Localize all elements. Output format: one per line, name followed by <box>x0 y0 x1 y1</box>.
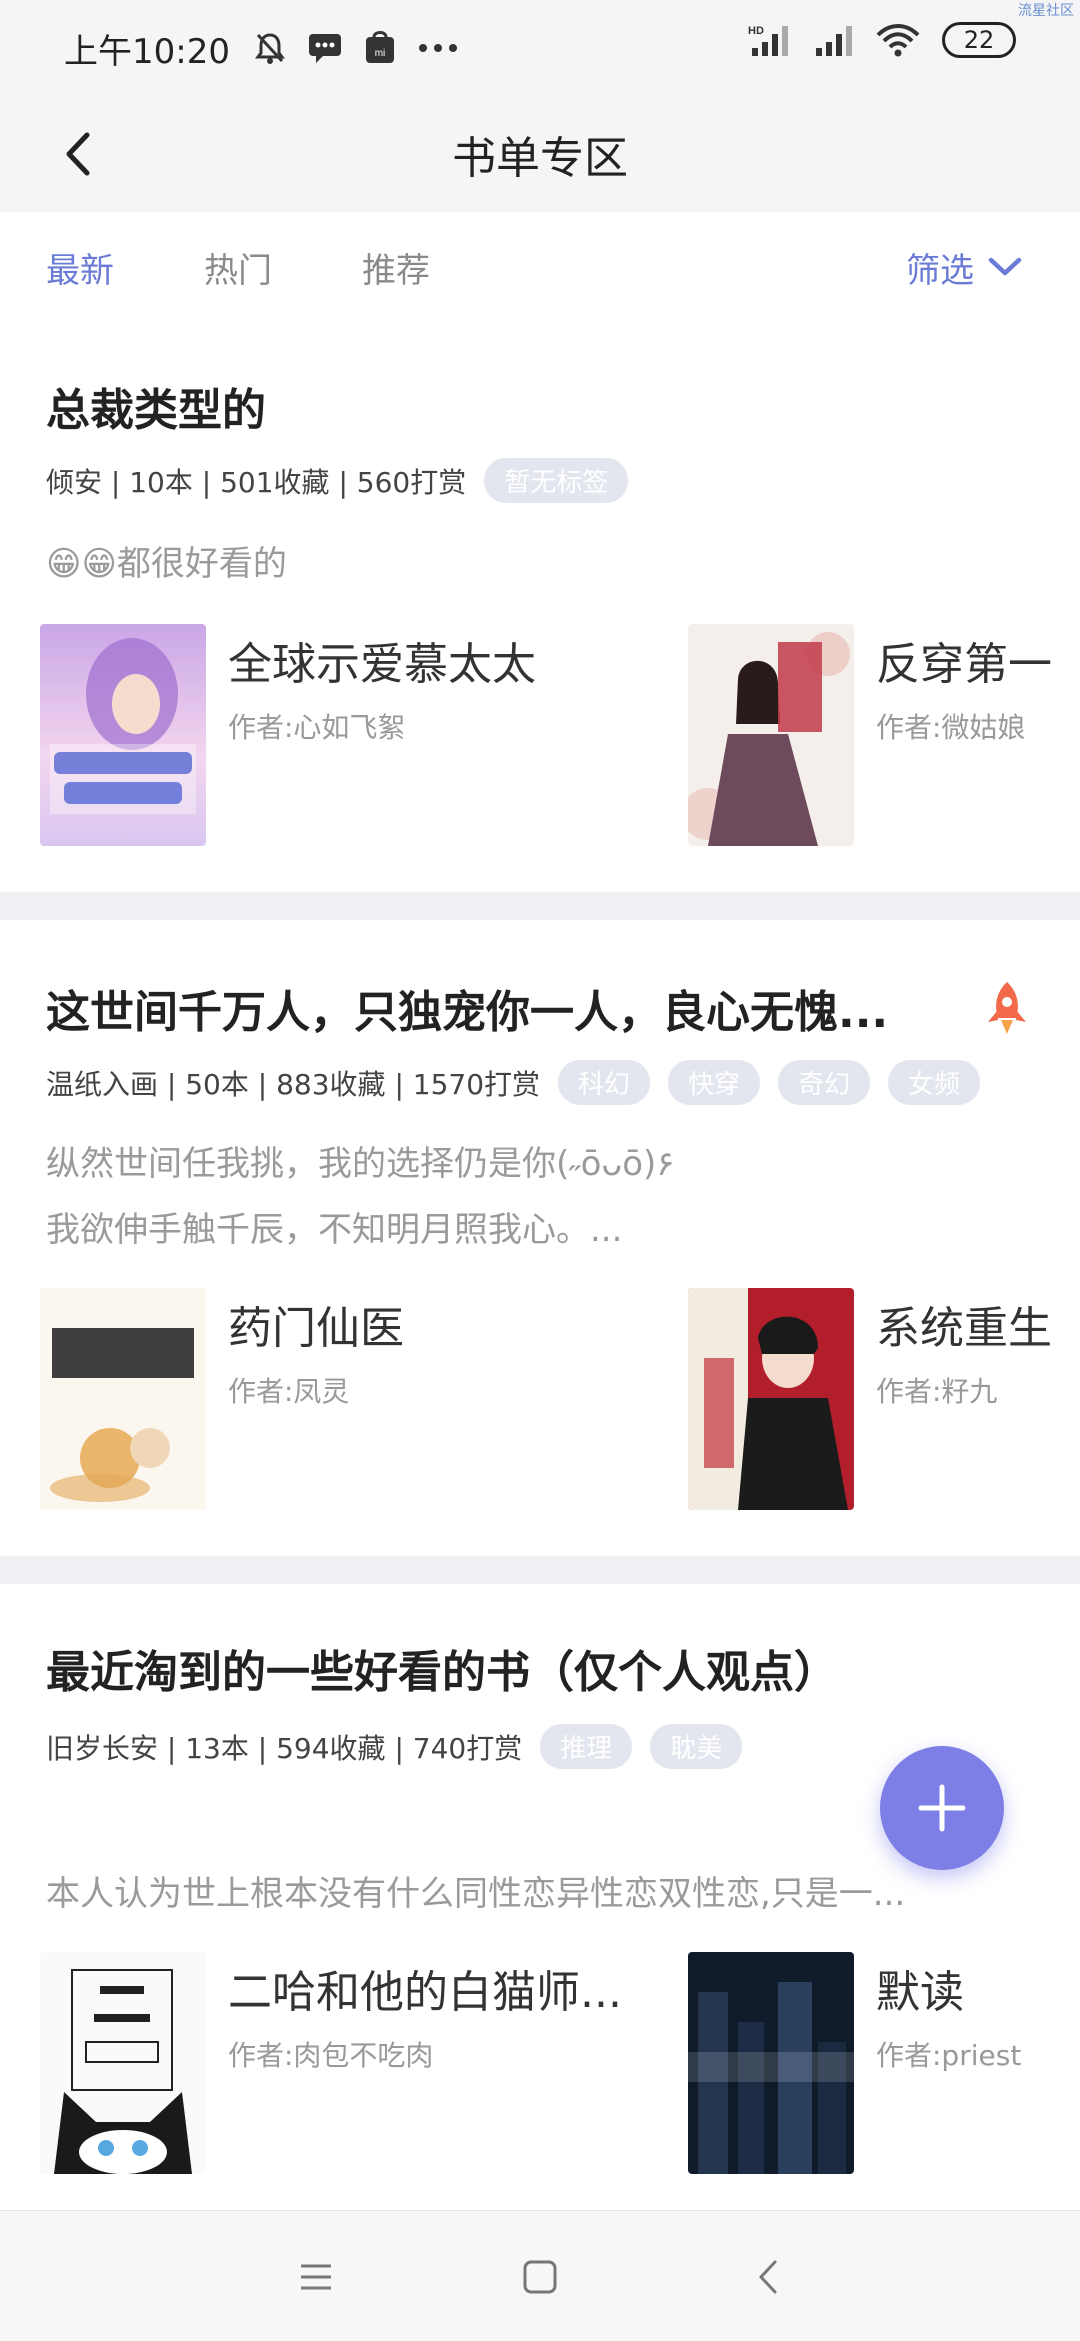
booklist-meta-row: 旧岁长安 | 13本 | 594收藏 | 740打赏 推理 耽美 <box>46 1724 743 1769</box>
mi-store-icon: mi <box>365 31 394 63</box>
tag: 女频 <box>888 1060 981 1105</box>
book-author: 作者:心如飞絮 <box>228 711 406 744</box>
booklist-card[interactable]: 最近淘到的一些好看的书（仅个人观点） 旧岁长安 | 13本 | 594收藏 | … <box>0 1584 1080 2210</box>
book-cover <box>688 624 854 846</box>
battery-indicator: 22 <box>942 22 1016 58</box>
book-cover <box>688 1952 854 2174</box>
booklist-meta: 温纸入画 | 50本 | 883收藏 | 1570打赏 <box>46 1067 541 1101</box>
add-booklist-button[interactable] <box>880 1746 1004 1870</box>
tag: 奇幻 <box>778 1060 871 1105</box>
nav-back-button[interactable] <box>738 2247 798 2307</box>
home-button[interactable] <box>510 2247 570 2307</box>
tab-recommend[interactable]: 推荐 <box>362 243 430 292</box>
tag: 暂无标签 <box>484 458 629 503</box>
booklist-title: 最近淘到的一些好看的书（仅个人观点） <box>46 1647 838 1698</box>
tag: 推理 <box>540 1724 633 1769</box>
page-title: 书单专区 <box>452 133 628 184</box>
booklist-description: 😁😁都很好看的 <box>46 544 287 584</box>
book-item[interactable]: 全球示爱慕太太 作者:心如飞絮 <box>40 624 536 846</box>
section-divider <box>0 892 1080 920</box>
booklist-meta-row: 温纸入画 | 50本 | 883收藏 | 1570打赏 科幻 快穿 奇幻 女频 <box>46 1060 981 1105</box>
message-icon <box>308 34 341 63</box>
plus-icon <box>918 1784 966 1832</box>
book-title: 反穿第一 <box>876 639 1052 690</box>
signal-hd-icon: HD <box>748 25 788 56</box>
chevron-down-icon <box>988 257 1022 276</box>
bell-off-icon <box>254 33 285 64</box>
filter-button[interactable]: 筛选 <box>906 212 1022 322</box>
svg-text:mi: mi <box>375 48 386 59</box>
rocket-icon <box>988 982 1026 1034</box>
tab-latest[interactable]: 最新 <box>46 243 114 292</box>
book-title: 二哈和他的白猫师... <box>228 1967 622 2018</box>
tag: 快穿 <box>668 1060 761 1105</box>
svg-text:HD: HD <box>748 25 764 37</box>
status-time: 上午10:20 <box>64 31 230 72</box>
signal-icon <box>816 26 852 56</box>
book-author: 作者:凤灵 <box>228 1375 350 1408</box>
back-icon <box>66 132 90 176</box>
book-cover <box>688 1288 854 1510</box>
booklist-title: 这世间千万人，只独宠你一人，良心无愧... <box>46 987 889 1038</box>
booklist-meta-row: 倾安 | 10本 | 501收藏 | 560打赏 暂无标签 <box>46 458 629 503</box>
wifi-icon <box>876 24 920 57</box>
menu-icon <box>301 2264 331 2290</box>
status-bar: 上午10:20 mi HD 22 流星社区 <box>0 0 1080 96</box>
book-item[interactable]: 药门仙医 作者:凤灵 <box>40 1288 404 1510</box>
menu-button[interactable] <box>286 2247 346 2307</box>
book-title: 默读 <box>876 1967 964 2018</box>
more-dots-icon <box>418 44 457 52</box>
filter-label: 筛选 <box>906 250 974 291</box>
book-author: 作者:微姑娘 <box>876 711 1026 744</box>
tag: 耽美 <box>650 1724 743 1769</box>
nav-back-icon <box>759 2260 777 2294</box>
book-item[interactable]: 默读 作者:priest <box>688 1952 1021 2174</box>
back-button[interactable] <box>46 122 110 186</box>
booklist-meta: 倾安 | 10本 | 501收藏 | 560打赏 <box>46 465 467 499</box>
section-divider <box>0 1556 1080 1584</box>
booklist-description: 本人认为世上根本没有什么同性恋异性恋双性恋,只是一... <box>46 1874 906 1914</box>
system-navigation-bar <box>0 2210 1080 2341</box>
book-author: 作者:肉包不吃肉 <box>228 2039 434 2072</box>
book-item[interactable]: 系统重生 作者:籽九 <box>688 1288 1052 1510</box>
booklist-title: 总裁类型的 <box>46 385 266 436</box>
booklist-description: 我欲伸手触千辰，不知明月照我心。... <box>46 1210 623 1250</box>
book-item[interactable]: 二哈和他的白猫师... 作者:肉包不吃肉 <box>40 1952 622 2174</box>
corner-watermark: 流星社区 <box>1018 3 1074 19</box>
status-notifications: mi <box>254 31 458 65</box>
booklist-card[interactable]: 这世间千万人，只独宠你一人，良心无愧... 温纸入画 | 50本 | 883收藏… <box>0 920 1080 1556</box>
home-icon <box>523 2260 557 2294</box>
book-title: 全球示爱慕太太 <box>228 639 536 690</box>
book-title: 药门仙医 <box>228 1303 404 1354</box>
book-author: 作者:籽九 <box>876 1375 998 1408</box>
tab-bar: 最新 热门 推荐 筛选 <box>0 212 1080 322</box>
booklist-description: 纵然世间任我挑，我的选择仍是你(˶ōᴗō)۶ <box>46 1144 675 1184</box>
booklist-meta: 旧岁长安 | 13本 | 594收藏 | 740打赏 <box>46 1731 523 1765</box>
tab-hot[interactable]: 热门 <box>204 243 272 292</box>
title-bar: 书单专区 <box>0 96 1080 212</box>
book-author: 作者:priest <box>876 2039 1022 2072</box>
booklist-card[interactable]: 总裁类型的 倾安 | 10本 | 501收藏 | 560打赏 暂无标签 😁😁都很… <box>0 322 1080 892</box>
book-cover <box>40 1952 206 2174</box>
book-cover <box>40 624 206 846</box>
book-item[interactable]: 反穿第一 作者:微姑娘 <box>688 624 1052 846</box>
tag: 科幻 <box>558 1060 651 1105</box>
book-title: 系统重生 <box>876 1303 1052 1354</box>
book-cover <box>40 1288 206 1510</box>
status-system-icons: HD 22 <box>748 22 1016 58</box>
